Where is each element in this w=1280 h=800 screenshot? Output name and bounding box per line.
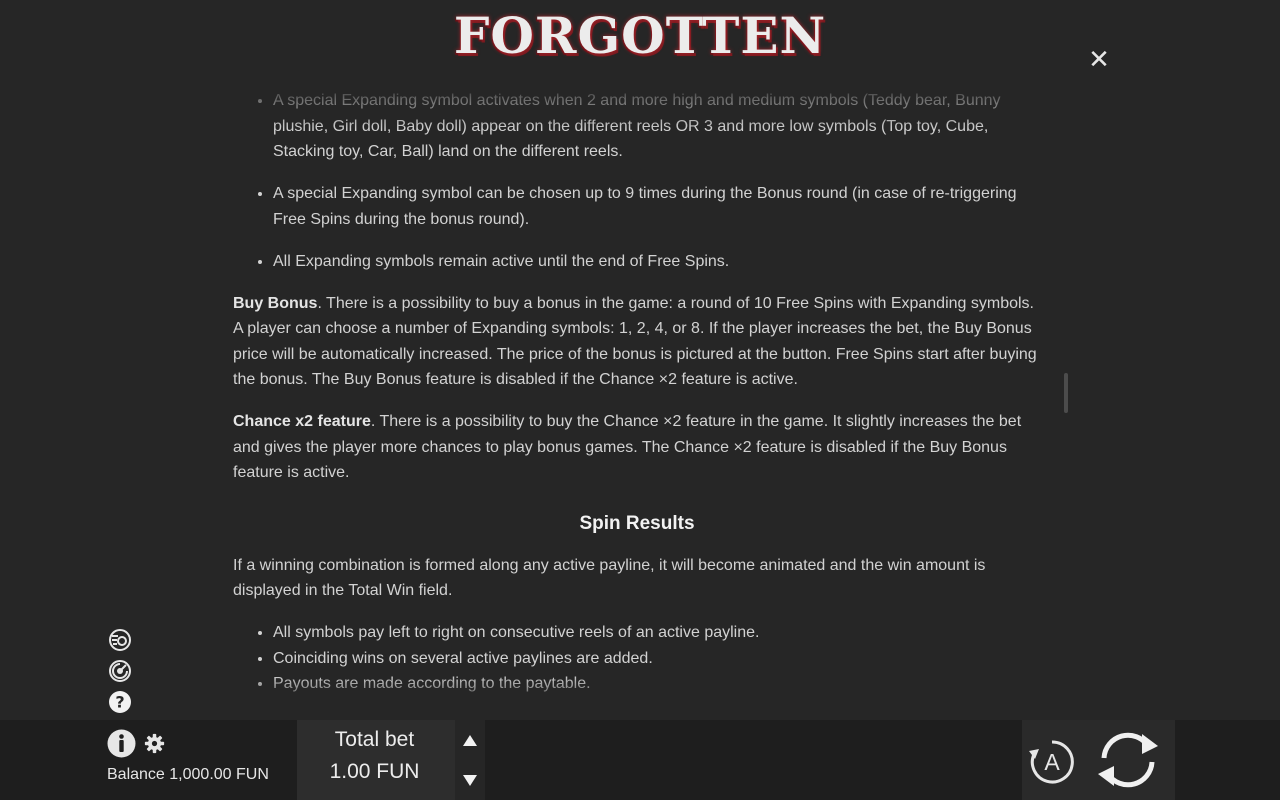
balance-display: Balance 1,000.00 FUN <box>107 766 269 784</box>
buy-bonus-title: Buy Bonus <box>233 294 318 312</box>
list-item: Payouts are made according to the paytab… <box>273 671 1041 697</box>
rules-content[interactable]: A special Expanding symbol activates whe… <box>233 85 1041 711</box>
balance-value: 1,000.00 FUN <box>169 766 269 783</box>
close-icon[interactable]: ✕ <box>1087 46 1111 72</box>
total-bet-value: 1.00 FUN <box>329 760 420 783</box>
autoplay-button[interactable]: A <box>1027 737 1077 792</box>
list-item: All symbols pay left to right on consecu… <box>273 620 1041 646</box>
autoplay-icon: A <box>1029 740 1074 784</box>
autoplay-label: A <box>1044 749 1060 775</box>
turbo-icon[interactable] <box>108 628 132 652</box>
spin-results-intro: If a winning combination is formed along… <box>233 556 986 600</box>
spin-icon <box>1098 732 1158 788</box>
scrollbar-thumb[interactable] <box>1064 373 1068 413</box>
buy-bonus-text: . There is a possibility to buy a bonus … <box>233 294 1037 389</box>
spin-button[interactable] <box>1094 728 1162 797</box>
balance-label: Balance <box>107 766 165 783</box>
arrow-down-icon <box>463 775 477 786</box>
expanding-symbol-list: A special Expanding symbol activates whe… <box>233 88 1041 274</box>
side-controls: ? <box>108 628 134 721</box>
bet-increase-button[interactable] <box>460 733 480 754</box>
buy-bonus-paragraph: Buy Bonus. There is a possibility to buy… <box>233 291 1041 393</box>
list-item: Coinciding wins on several active paylin… <box>273 646 1041 672</box>
chance-title: Chance x2 feature <box>233 413 371 430</box>
list-item: A special Expanding symbol can be chosen… <box>273 181 1041 232</box>
svg-text:?: ? <box>115 693 124 712</box>
spin-results-heading: Spin Results <box>579 512 695 534</box>
bet-decrease-button[interactable] <box>460 772 480 793</box>
sound-icon[interactable] <box>108 659 132 683</box>
info-icon[interactable] <box>107 729 136 763</box>
list-item: A special Expanding symbol activates whe… <box>273 88 1041 165</box>
gear-icon[interactable] <box>144 733 165 759</box>
total-bet-label: Total bet <box>334 728 415 751</box>
chance-paragraph: Chance x2 feature. There is a possibilit… <box>233 409 1041 486</box>
arrow-up-icon <box>463 735 477 746</box>
spin-results-list: All symbols pay left to right on consecu… <box>233 620 1041 697</box>
help-icon[interactable]: ? <box>108 690 132 714</box>
list-item: All Expanding symbols remain active unti… <box>273 249 1041 275</box>
